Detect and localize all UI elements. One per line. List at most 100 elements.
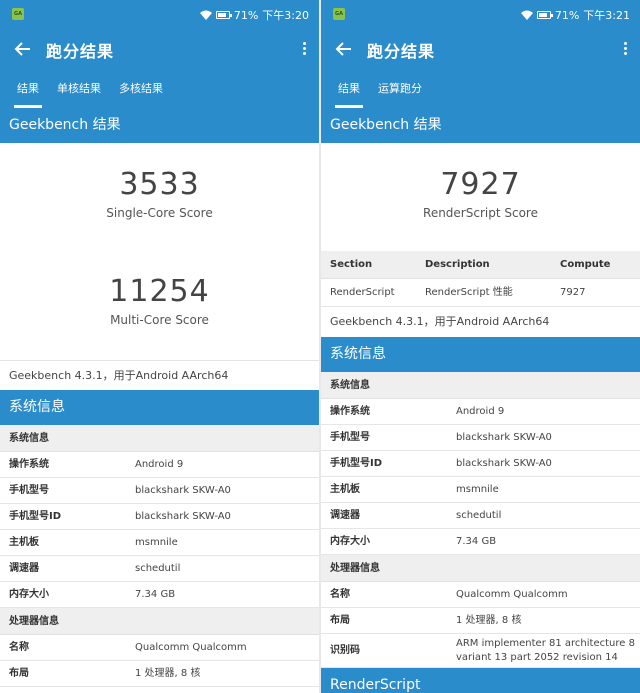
back-arrow-icon[interactable] xyxy=(333,38,355,60)
row-value: ARM implementer 81 architecture 8 varian… xyxy=(456,638,635,663)
table-row: 操作系统 Android 9 xyxy=(0,452,319,478)
row-value: blackshark SKW-A0 xyxy=(135,511,231,522)
back-arrow-icon[interactable] xyxy=(12,38,34,60)
row-key: 内存大小 xyxy=(9,589,49,600)
multi-core-score: 11254 xyxy=(109,274,210,309)
right-screen: GA 71% 下午3:21 跑分结果 结果 运算跑分 Geekbench 结果 … xyxy=(321,0,640,693)
system-info-header: 系统信息 xyxy=(321,337,640,372)
processor-info-subhead: 处理器信息 xyxy=(321,555,640,582)
tab-bar: 结果 单核结果 多核结果 xyxy=(0,72,319,108)
table-row: 识别码 ARM implementer 81 architecture 8 var… xyxy=(321,634,640,668)
system-info-subhead: 系统信息 xyxy=(0,425,319,452)
column-compute: Compute xyxy=(560,259,611,270)
battery-level: 71% xyxy=(233,8,259,22)
row-key: 调速器 xyxy=(9,563,39,574)
cell-compute: 7927 xyxy=(560,287,586,298)
row-value: 1 处理器, 8 核 xyxy=(456,615,522,626)
table-row: 操作系统 Android 9 xyxy=(321,399,640,425)
tab-multi-core-results[interactable]: 多核结果 xyxy=(110,72,172,108)
status-bar: GA 71% 下午3:20 xyxy=(0,0,319,28)
status-bar: GA 71% 下午3:21 xyxy=(321,0,640,28)
table-row: 手机型号 blackshark SKW-A0 xyxy=(0,478,319,504)
table-row: 布局 1 处理器, 8 核 xyxy=(0,661,319,687)
table-row: 名称 Qualcomm Qualcomm xyxy=(321,582,640,608)
row-key: 手机型号ID xyxy=(330,458,383,469)
row-value: 1 处理器, 8 核 xyxy=(135,668,201,679)
table-row: 名称 Qualcomm Qualcomm xyxy=(0,635,319,661)
row-value: msmnile xyxy=(135,537,178,548)
system-info-subhead: 系统信息 xyxy=(321,372,640,399)
geekbench-results-header: Geekbench 结果 xyxy=(321,108,640,143)
app-notification-icon: GA xyxy=(333,8,345,20)
app-notification-icon: GA xyxy=(12,8,24,20)
page-title: 跑分结果 xyxy=(46,42,115,61)
version-note: Geekbench 4.3.1，用于Android AArch64 xyxy=(330,315,550,328)
table-row: 内存大小 7.34 GB xyxy=(321,529,640,555)
wifi-icon xyxy=(520,10,533,20)
row-key: 内存大小 xyxy=(330,536,370,547)
table-row: 主机板 msmnile xyxy=(321,477,640,503)
row-value: blackshark SKW-A0 xyxy=(135,485,231,496)
row-key: 主机板 xyxy=(9,537,39,548)
row-value: schedutil xyxy=(135,563,181,574)
table-row: 手机型号 blackshark SKW-A0 xyxy=(321,425,640,451)
row-key: 调速器 xyxy=(330,510,360,521)
renderscript-section-header: RenderScript xyxy=(321,668,640,693)
compute-table-row: RenderScript RenderScript 性能 7927 xyxy=(321,279,640,307)
row-key: 操作系统 xyxy=(330,406,370,417)
row-key: 识别码 xyxy=(330,645,360,656)
table-row: 主机板 msmnile xyxy=(0,530,319,556)
renderscript-score-block: 7927 RenderScript Score xyxy=(321,143,640,251)
row-key: 布局 xyxy=(330,615,350,626)
status-time: 下午3:21 xyxy=(583,9,630,22)
cell-section: RenderScript xyxy=(330,287,395,298)
tab-compute-results[interactable]: 运算跑分 xyxy=(369,72,431,108)
single-core-label: Single-Core Score xyxy=(106,206,213,220)
page-title: 跑分结果 xyxy=(367,42,436,61)
column-section: Section xyxy=(330,259,373,270)
row-key: 操作系统 xyxy=(9,459,49,470)
more-menu-icon[interactable] xyxy=(620,40,630,60)
row-key: 手机型号 xyxy=(9,485,49,496)
tab-results[interactable]: 结果 xyxy=(8,72,48,108)
row-value: 7.34 GB xyxy=(135,589,176,600)
renderscript-score-label: RenderScript Score xyxy=(423,206,538,220)
tab-bar: 结果 运算跑分 xyxy=(321,72,640,108)
row-key: 布局 xyxy=(9,668,29,679)
table-row: 手机型号ID blackshark SKW-A0 xyxy=(0,504,319,530)
geekbench-results-header: Geekbench 结果 xyxy=(0,108,319,143)
battery-icon xyxy=(536,11,553,19)
more-menu-icon[interactable] xyxy=(299,40,309,60)
row-key: 手机型号 xyxy=(330,432,370,443)
processor-info-subhead: 处理器信息 xyxy=(0,608,319,635)
tab-single-core-results[interactable]: 单核结果 xyxy=(48,72,110,108)
row-value: Android 9 xyxy=(456,406,505,417)
row-value: schedutil xyxy=(456,510,502,521)
system-info-header: 系统信息 xyxy=(0,390,319,425)
multi-core-score-block: 11254 Multi-Core Score xyxy=(0,250,319,360)
row-key: 主机板 xyxy=(330,484,360,495)
row-value: 7.34 GB xyxy=(456,536,497,547)
row-value: blackshark SKW-A0 xyxy=(456,458,552,469)
column-description: Description xyxy=(425,259,490,270)
table-row: 布局 1 处理器, 8 核 xyxy=(321,608,640,634)
row-value: msmnile xyxy=(456,484,499,495)
renderscript-score: 7927 xyxy=(440,167,521,202)
table-row: 调速器 schedutil xyxy=(321,503,640,529)
table-row: 调速器 schedutil xyxy=(0,556,319,582)
row-value: Android 9 xyxy=(135,459,184,470)
battery-level: 71% xyxy=(554,8,580,22)
left-screen: GA 71% 下午3:20 跑分结果 结果 单核结果 多核结果 Geekbenc… xyxy=(0,0,319,693)
tab-results[interactable]: 结果 xyxy=(329,72,369,108)
row-key: 手机型号ID xyxy=(9,511,62,522)
multi-core-label: Multi-Core Score xyxy=(110,313,209,327)
row-key: 名称 xyxy=(9,642,29,653)
compute-table-header: Section Description Compute xyxy=(321,251,640,279)
row-value: Qualcomm Qualcomm xyxy=(456,589,568,600)
battery-icon xyxy=(215,11,232,19)
single-core-score-block: 3533 Single-Core Score xyxy=(0,143,319,250)
app-bar: 跑分结果 xyxy=(321,28,640,72)
row-value: Qualcomm Qualcomm xyxy=(135,642,247,653)
cell-description: RenderScript 性能 xyxy=(425,287,513,298)
table-row: 内存大小 7.34 GB xyxy=(0,582,319,608)
